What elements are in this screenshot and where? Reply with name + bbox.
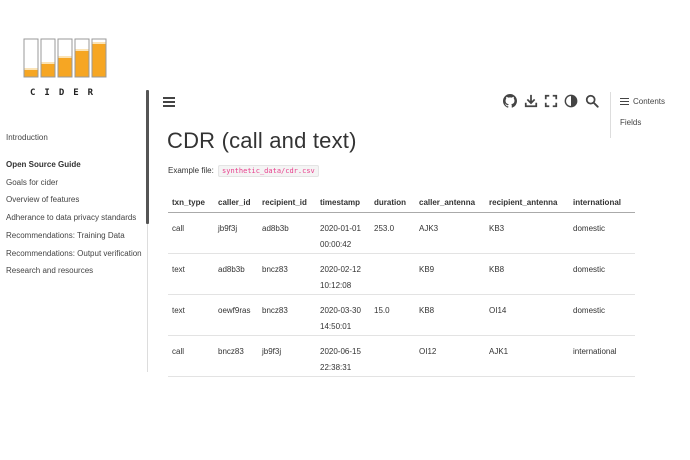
sidebar-item-goals[interactable]: Goals for cider: [6, 178, 58, 187]
table-row: text oewf9ras bncz83 2020-03-30 14:50:01…: [168, 294, 635, 336]
table-cell: text: [168, 253, 214, 295]
sidebar-scrollbar[interactable]: [146, 90, 149, 224]
table-row: call jb9f3j ad8b3b 2020-01-01 00:00:42 2…: [168, 212, 635, 254]
table-cell: international: [569, 335, 635, 377]
theme-toggle-icon[interactable]: [564, 94, 578, 108]
table-row: text ad8b3b bncz83 2020-02-12 10:12:08 K…: [168, 253, 635, 295]
column-header: timestamp: [316, 193, 370, 213]
table-cell: bncz83: [258, 294, 316, 336]
fullscreen-icon[interactable]: [544, 94, 558, 108]
list-icon: [620, 96, 629, 107]
cdr-table: txn_type caller_id recipient_id timestam…: [168, 193, 635, 377]
column-header: international: [569, 193, 635, 213]
table-cell: text: [168, 294, 214, 336]
table-cell: 2020-06-15 22:38:31: [316, 335, 370, 377]
toc-item-fields[interactable]: Fields: [620, 118, 641, 127]
table-cell: 2020-01-01 00:00:42: [316, 212, 370, 254]
example-file: Example file: synthetic_data/cdr.csv: [168, 165, 319, 177]
table-cell: KB8: [485, 253, 569, 295]
table-cell: 15.0: [370, 294, 415, 336]
table-cell: ad8b3b: [258, 212, 316, 254]
table-cell: [370, 253, 415, 295]
sidebar-item-output-verification[interactable]: Recommendations: Output verification: [6, 249, 142, 258]
table-cell: domestic: [569, 212, 635, 254]
sidebar-scroll-track: [147, 224, 148, 372]
table-cell: domestic: [569, 294, 635, 336]
search-icon[interactable]: [585, 94, 599, 108]
page-title: CDR (call and text): [167, 128, 357, 153]
table-cell: jb9f3j: [214, 212, 258, 254]
table-cell: call: [168, 335, 214, 377]
download-icon[interactable]: [524, 94, 538, 108]
column-header: caller_antenna: [415, 193, 485, 213]
table-cell: domestic: [569, 253, 635, 295]
sidebar-item-privacy[interactable]: Adherance to data privacy standards: [6, 213, 136, 222]
column-header: duration: [370, 193, 415, 213]
table-cell: OI14: [485, 294, 569, 336]
table-cell: call: [168, 212, 214, 254]
table-cell: jb9f3j: [258, 335, 316, 377]
sidebar-item-training-data[interactable]: Recommendations: Training Data: [6, 231, 125, 240]
table-header-row: txn_type caller_id recipient_id timestam…: [168, 193, 635, 213]
table-cell: oewf9ras: [214, 294, 258, 336]
table-cell: bncz83: [214, 335, 258, 377]
toc-divider: [610, 92, 611, 138]
table-cell: KB9: [415, 253, 485, 295]
table-cell: [370, 335, 415, 377]
menu-icon[interactable]: [163, 95, 175, 107]
column-header: recipient_id: [258, 193, 316, 213]
table-cell: 2020-03-30 14:50:01: [316, 294, 370, 336]
table-cell: KB8: [415, 294, 485, 336]
table-cell: AJK3: [415, 212, 485, 254]
column-header: recipient_antenna: [485, 193, 569, 213]
sidebar-item-introduction[interactable]: Introduction: [6, 133, 48, 142]
github-icon[interactable]: [503, 94, 517, 108]
example-file-path: synthetic_data/cdr.csv: [218, 165, 319, 177]
sidebar-caption-open-source-guide: Open Source Guide: [6, 160, 81, 169]
toc-title[interactable]: Contents: [620, 96, 665, 107]
example-label: Example file:: [168, 166, 214, 175]
column-header: txn_type: [168, 193, 214, 213]
sidebar-item-overview[interactable]: Overview of features: [6, 195, 79, 204]
logo-wordmark: CIDER: [30, 88, 103, 98]
table-cell: KB3: [485, 212, 569, 254]
table-cell: bncz83: [258, 253, 316, 295]
table-cell: 2020-02-12 10:12:08: [316, 253, 370, 295]
table-cell: AJK1: [485, 335, 569, 377]
table-cell: 253.0: [370, 212, 415, 254]
table-cell: ad8b3b: [214, 253, 258, 295]
sidebar-item-research[interactable]: Research and resources: [6, 266, 93, 275]
column-header: caller_id: [214, 193, 258, 213]
table-cell: OI12: [415, 335, 485, 377]
table-row: call bncz83 jb9f3j 2020-06-15 22:38:31 O…: [168, 335, 635, 377]
toc-title-label: Contents: [633, 97, 666, 106]
